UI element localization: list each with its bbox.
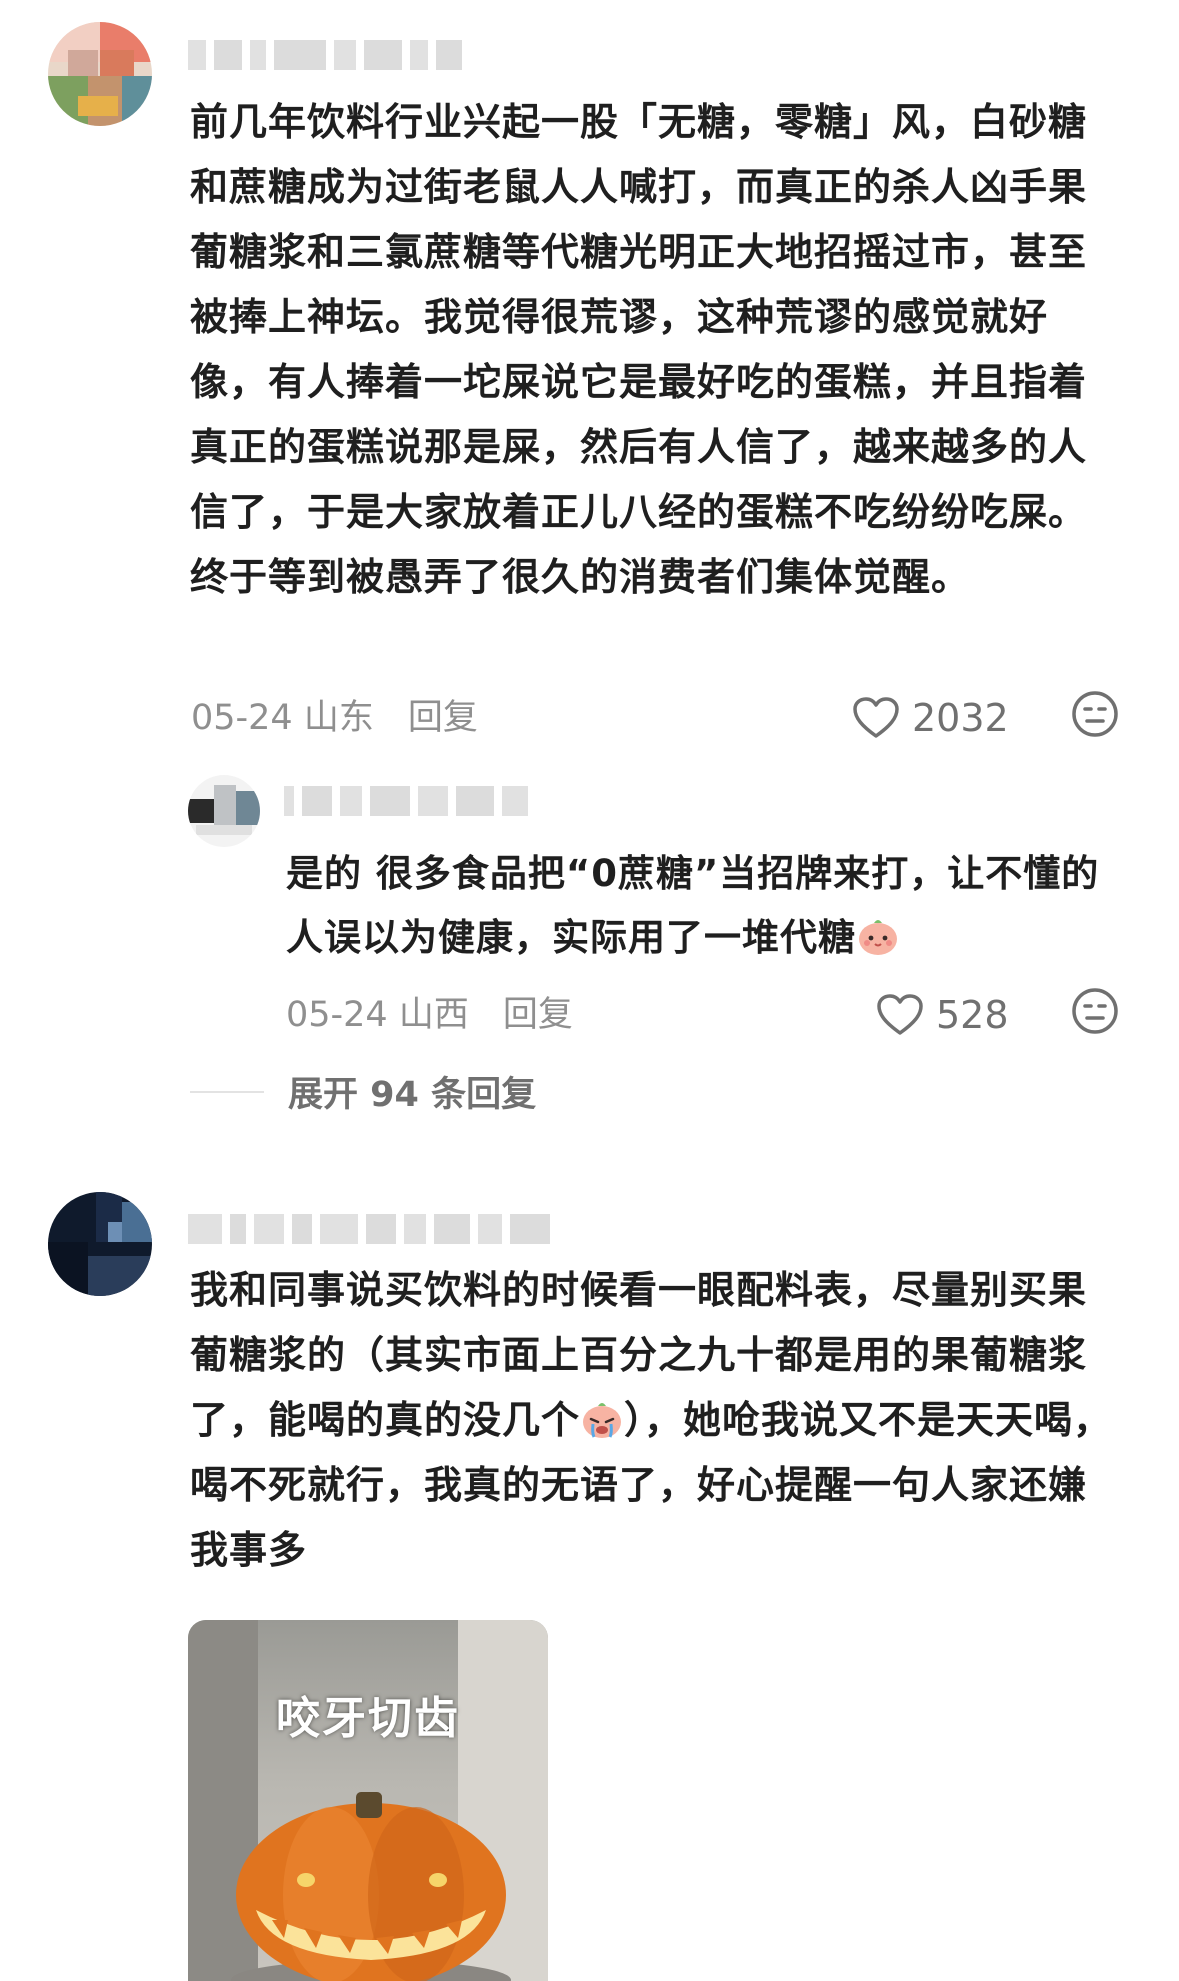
like-count: 2032 [912,696,1009,740]
sticker-image[interactable]: 咬牙切齿 [188,1620,548,1981]
comment-meta: 05-24 山东 回复 [191,684,478,744]
pink-face-emoji [859,920,897,955]
comment-text: 前几年饮料行业兴起一股「无糖，零糖」风，白砂糖和蔗糖成为过街老鼠人人喊打，而真正… [190,100,1088,599]
avatar[interactable] [48,22,152,126]
comment-date: 05-24 山东 [191,697,374,738]
expand-replies-label: 展开 94 条回复 [288,1075,537,1115]
divider-line [190,1090,264,1093]
like-count: 528 [936,993,1009,1037]
username-redacted[interactable] [188,1212,550,1246]
heart-outline-icon [877,994,923,1035]
expand-replies-button[interactable]: 展开 94 条回复 [190,1066,536,1117]
comment-text: 我和同事说买饮料的时候看一眼配料表，尽量别买果葡糖浆的（其实市面上百分之九十都是… [190,1268,1113,1572]
meh-face-icon[interactable] [1071,987,1119,1035]
reply-text: 是的 很多食品把“0蔗糖”当招牌来打，让不懂的人误以为健康，实际用了一堆代糖 [286,852,1100,959]
username-redacted[interactable] [188,38,462,72]
avatar[interactable] [48,1192,152,1296]
sticker-caption: 咬牙切齿 [276,1693,460,1744]
heart-outline-icon [853,697,899,738]
pumpkin-icon [231,1792,511,1981]
reply-button[interactable]: 回复 [408,689,478,740]
meh-face-icon[interactable] [1071,690,1119,738]
like-button[interactable]: 528 [876,985,1009,1045]
avatar-image [48,1192,152,1296]
avatar-image [188,775,260,847]
reply-button[interactable]: 回复 [503,986,573,1037]
reply-date: 05-24 山西 [286,994,469,1035]
crying-face-emoji [583,1403,622,1438]
reply-meta: 05-24 山西 回复 [286,981,573,1041]
username-redacted[interactable] [284,784,528,818]
like-button[interactable]: 2032 [852,688,1009,748]
avatar-image [48,22,152,126]
avatar[interactable] [188,775,260,847]
